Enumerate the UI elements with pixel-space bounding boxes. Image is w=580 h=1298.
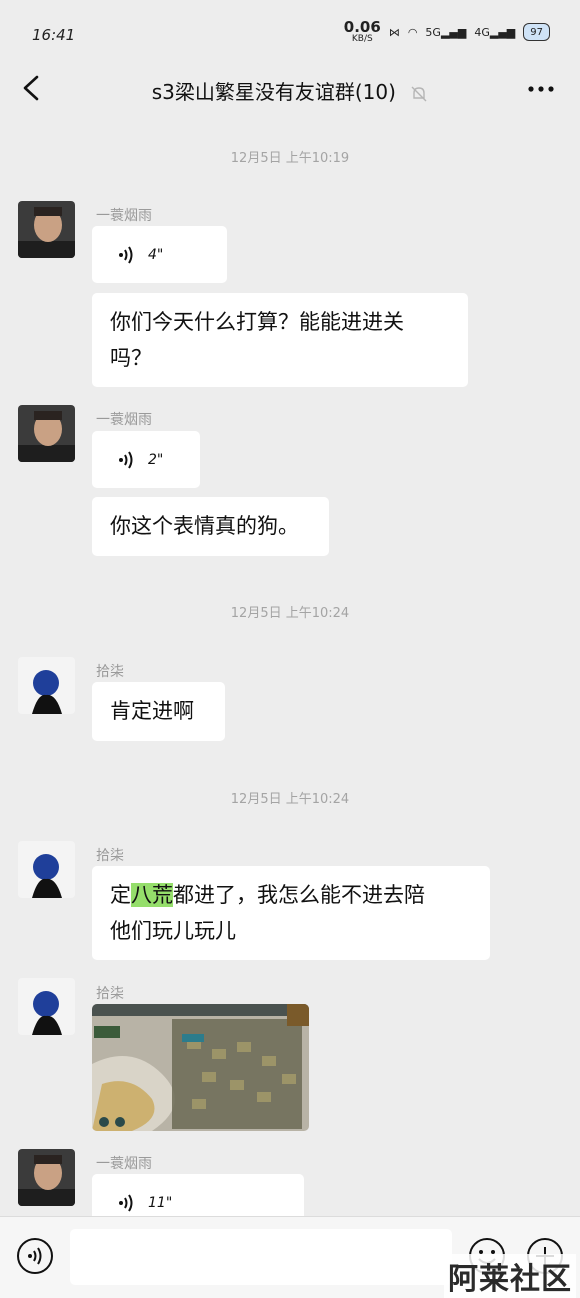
status-bar: 16:41 0.06 KB/S ⋈ ◠ 5G▂▄▆ 4G▂▄▆ 97 (0, 0, 580, 60)
more-dots-icon[interactable] (524, 72, 558, 106)
watermark: 阿莱社区 (444, 1254, 576, 1298)
avatar-yisuoyanyu[interactable] (18, 201, 75, 258)
chat-title-text: s3梁山繁星没有友谊群(10) (151, 80, 396, 104)
message-line: 吗？ (110, 346, 152, 370)
network-speed: 0.06 KB/S (344, 20, 381, 44)
network-speed-unit: KB/S (351, 34, 373, 44)
text-message[interactable]: 定八荒都进了，我怎么能不进去陪 他们玩儿玩儿 (92, 866, 490, 960)
wifi-icon: ◠ (407, 25, 418, 39)
sim2-signal: 4G▂▄▆ (474, 26, 515, 39)
timestamp-divider: 12月5日 上午10:19 (230, 151, 350, 166)
voice-wave-icon (119, 245, 133, 264)
chat-header: s3梁山繁星没有友谊群(10) (0, 60, 580, 118)
message-line: 你们今天什么打算？能能进进关 (110, 310, 404, 334)
chat-title: s3梁山繁星没有友谊群(10) (0, 76, 580, 105)
bow-icon: ⋈ (388, 25, 400, 39)
signal-bars-icon: ▂▄▆ (440, 25, 467, 39)
voice-message[interactable]: 4" (92, 226, 227, 283)
timestamp-divider: 12月5日 上午10:24 (230, 606, 350, 621)
voice-toggle-icon[interactable] (16, 1237, 54, 1275)
message-line: 你这个表情真的狗。 (110, 514, 299, 538)
sender-name: 拾柒 (96, 986, 124, 1002)
voice-duration: 2" (148, 451, 164, 468)
game-screenshot-image[interactable] (92, 1004, 309, 1131)
sender-name: 一蓑烟雨 (96, 208, 152, 224)
message-line: 他们玩儿玩儿 (110, 919, 236, 943)
avatar-yisuoyanyu[interactable] (18, 405, 75, 462)
voice-message[interactable]: 2" (92, 431, 200, 488)
avatar-shiqi[interactable] (18, 657, 75, 714)
status-time: 16:41 (32, 26, 76, 44)
message-text-rest: 都进了，我怎么能不进去陪 (173, 883, 425, 907)
text-message[interactable]: 你们今天什么打算？能能进进关 吗？ (92, 293, 468, 387)
timestamp-divider: 12月5日 上午10:24 (230, 792, 350, 807)
avatar-shiqi[interactable] (18, 978, 75, 1035)
battery-indicator: 97 (523, 23, 550, 41)
sender-name: 一蓑烟雨 (96, 412, 152, 428)
sender-name: 拾柒 (96, 848, 124, 864)
voice-wave-icon (119, 450, 133, 469)
sender-name: 一蓑烟雨 (96, 1156, 152, 1172)
sim2-label: 4G (474, 25, 490, 39)
sim1-signal: 5G▂▄▆ (425, 26, 466, 39)
text-message[interactable]: 肯定进啊 (92, 682, 225, 741)
highlighted-keyword[interactable]: 八荒 (131, 883, 173, 907)
message-line: 定八荒都进了，我怎么能不进去陪 (110, 877, 472, 913)
voice-wave-icon (119, 1193, 133, 1212)
message-input[interactable] (70, 1229, 452, 1285)
message-line: 肯定进啊 (110, 699, 194, 723)
avatar-shiqi[interactable] (18, 841, 75, 898)
signal-bars-icon: ▂▄▆ (489, 25, 516, 39)
bell-off-icon (411, 86, 427, 101)
avatar-yisuoyanyu[interactable] (18, 1149, 75, 1206)
network-speed-value: 0.06 (343, 18, 381, 36)
status-icons: 0.06 KB/S ⋈ ◠ 5G▂▄▆ 4G▂▄▆ 97 (344, 20, 550, 44)
battery-level: 97 (530, 26, 543, 38)
sender-name: 拾柒 (96, 664, 124, 680)
message-text-prefix: 定 (110, 883, 131, 907)
sim1-label: 5G (425, 25, 441, 39)
text-message[interactable]: 你这个表情真的狗。 (92, 497, 329, 556)
voice-duration: 4" (148, 246, 164, 263)
